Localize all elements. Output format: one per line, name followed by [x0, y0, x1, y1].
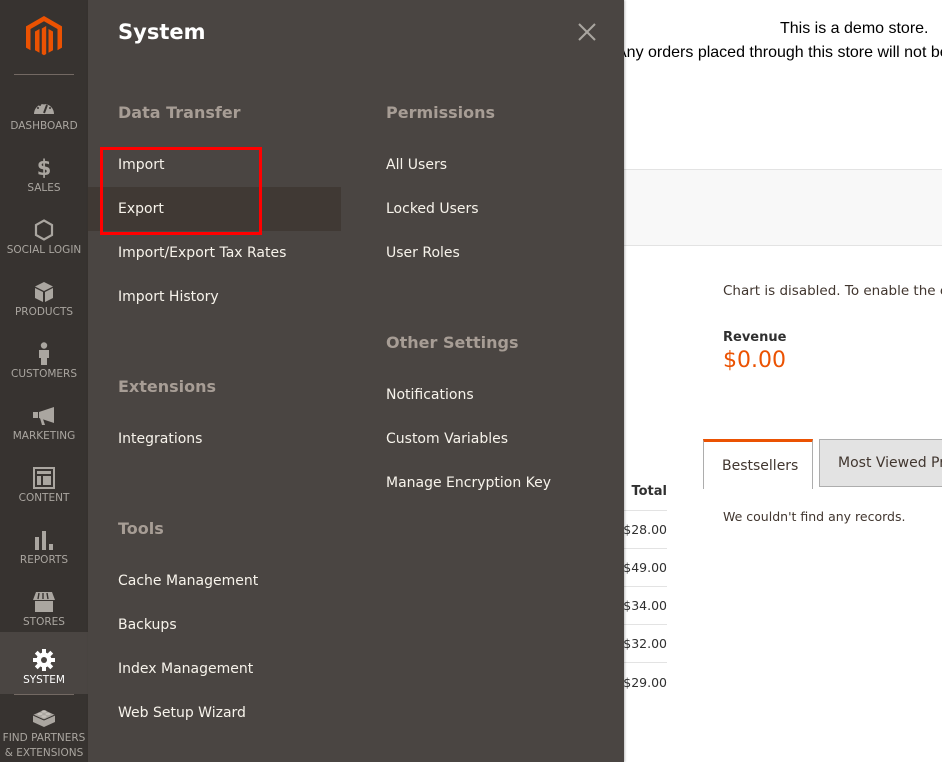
group-title-extensions: Extensions [118, 377, 217, 396]
group-title-permissions: Permissions [386, 103, 496, 122]
menu-item-export[interactable]: Export [88, 187, 341, 231]
close-icon [578, 23, 596, 41]
sidebar-item-social-login[interactable]: Social Login [0, 202, 88, 264]
system-menu-flyout: System Data Transfer Import Export Impor… [88, 0, 624, 762]
magento-logo[interactable] [0, 0, 88, 74]
menu-item-custom-variables[interactable]: Custom Variables [356, 417, 606, 461]
sidebar-item-reports[interactable]: Reports [0, 512, 88, 574]
megaphone-icon [29, 404, 59, 428]
flyout-title: System [118, 20, 206, 44]
sidebar-item-label: Reports [19, 554, 69, 566]
menu-item-web-setup-wizard[interactable]: Web Setup Wizard [88, 691, 341, 735]
sidebar-item-stores[interactable]: Stores [0, 574, 88, 636]
sidebar-item-label: Dashboard [10, 120, 78, 132]
sidebar-item-customers[interactable]: Customers [0, 326, 88, 388]
tab-bestsellers[interactable]: Bestsellers [703, 439, 813, 489]
storefront-icon [29, 590, 59, 614]
totals-header: Total [624, 473, 667, 511]
sidebar-item-products[interactable]: Products [0, 264, 88, 326]
table-cell-total: $28.00 [624, 511, 667, 549]
sidebar-item-label: Sales [27, 182, 61, 194]
table-cell-total: $34.00 [624, 587, 667, 625]
menu-item-notifications[interactable]: Notifications [356, 373, 606, 417]
admin-sidebar: Dashboard $ Sales Social Login Products … [0, 0, 88, 762]
menu-item-integrations[interactable]: Integrations [88, 417, 341, 461]
revenue-value: $0.00 [723, 348, 786, 373]
layout-icon [29, 466, 59, 490]
table-cell-total: $32.00 [624, 625, 667, 663]
magento-logo-icon [26, 16, 62, 56]
sidebar-item-label: Find Partners [2, 732, 86, 744]
dashboard-tabs: Bestsellers Most Viewed Pr [703, 439, 942, 489]
group-title-tools: Tools [118, 519, 164, 538]
sidebar-item-find-partners[interactable]: Find Partners & Extensions [0, 690, 88, 762]
table-cell-total: $49.00 [624, 549, 667, 587]
menu-item-manage-encryption-key[interactable]: Manage Encryption Key [356, 461, 606, 505]
sidebar-item-label: Marketing [12, 430, 76, 442]
table-cell-total: $29.00 [624, 674, 667, 690]
menu-item-backups[interactable]: Backups [88, 603, 341, 647]
gear-icon [29, 648, 59, 672]
sidebar-item-dashboard[interactable]: Dashboard [0, 78, 88, 140]
sidebar-item-label: System [23, 674, 65, 686]
menu-item-user-roles[interactable]: User Roles [356, 231, 606, 275]
dollar-icon: $ [36, 156, 52, 180]
menu-item-locked-users[interactable]: Locked Users [356, 187, 606, 231]
totals-column: Total $28.00 $49.00 $34.00 $32.00 $29.00 [624, 473, 667, 701]
sidebar-item-label: Customers [10, 368, 77, 380]
person-icon [29, 342, 59, 366]
chart-disabled-message: Chart is disabled. To enable the ch [723, 283, 942, 299]
sidebar-item-label: Social Login [6, 244, 82, 256]
sidebar-item-marketing[interactable]: Marketing [0, 388, 88, 450]
tab-most-viewed-products[interactable]: Most Viewed Pr [819, 439, 942, 487]
menu-item-import-export-tax-rates[interactable]: Import/Export Tax Rates [88, 231, 341, 275]
sidebar-item-content[interactable]: Content [0, 450, 88, 512]
sidebar-item-system[interactable]: System [0, 632, 88, 694]
sidebar-item-label: & Extensions [4, 747, 84, 759]
dashboard-page: This is a demo store. Any orders placed … [624, 0, 942, 762]
dashboard-icon [29, 94, 59, 118]
menu-item-import-history[interactable]: Import History [88, 275, 341, 319]
demo-notice-line1: This is a demo store. [780, 20, 929, 37]
hexagon-icon [29, 218, 59, 242]
demo-notice-line2: Any orders placed through this store wil… [624, 44, 942, 61]
revenue-label: Revenue [723, 330, 787, 345]
sidebar-item-label: Content [18, 492, 70, 504]
box-icon [29, 280, 59, 304]
no-records-message: We couldn't find any records. [723, 509, 906, 524]
page-header-band [624, 169, 942, 246]
close-button[interactable] [576, 21, 598, 43]
sidebar-item-sales[interactable]: $ Sales [0, 140, 88, 202]
group-title-other-settings: Other Settings [386, 333, 519, 352]
sidebar-item-label: Products [14, 306, 74, 318]
lego-brick-icon [29, 706, 59, 730]
group-title-data-transfer: Data Transfer [118, 103, 241, 122]
menu-item-index-management[interactable]: Index Management [88, 647, 341, 691]
sidebar-item-label: Stores [23, 616, 65, 628]
menu-item-import[interactable]: Import [88, 143, 341, 187]
menu-item-all-users[interactable]: All Users [356, 143, 606, 187]
bar-chart-icon [29, 528, 59, 552]
logo-divider [14, 74, 74, 75]
menu-item-cache-management[interactable]: Cache Management [88, 559, 341, 603]
